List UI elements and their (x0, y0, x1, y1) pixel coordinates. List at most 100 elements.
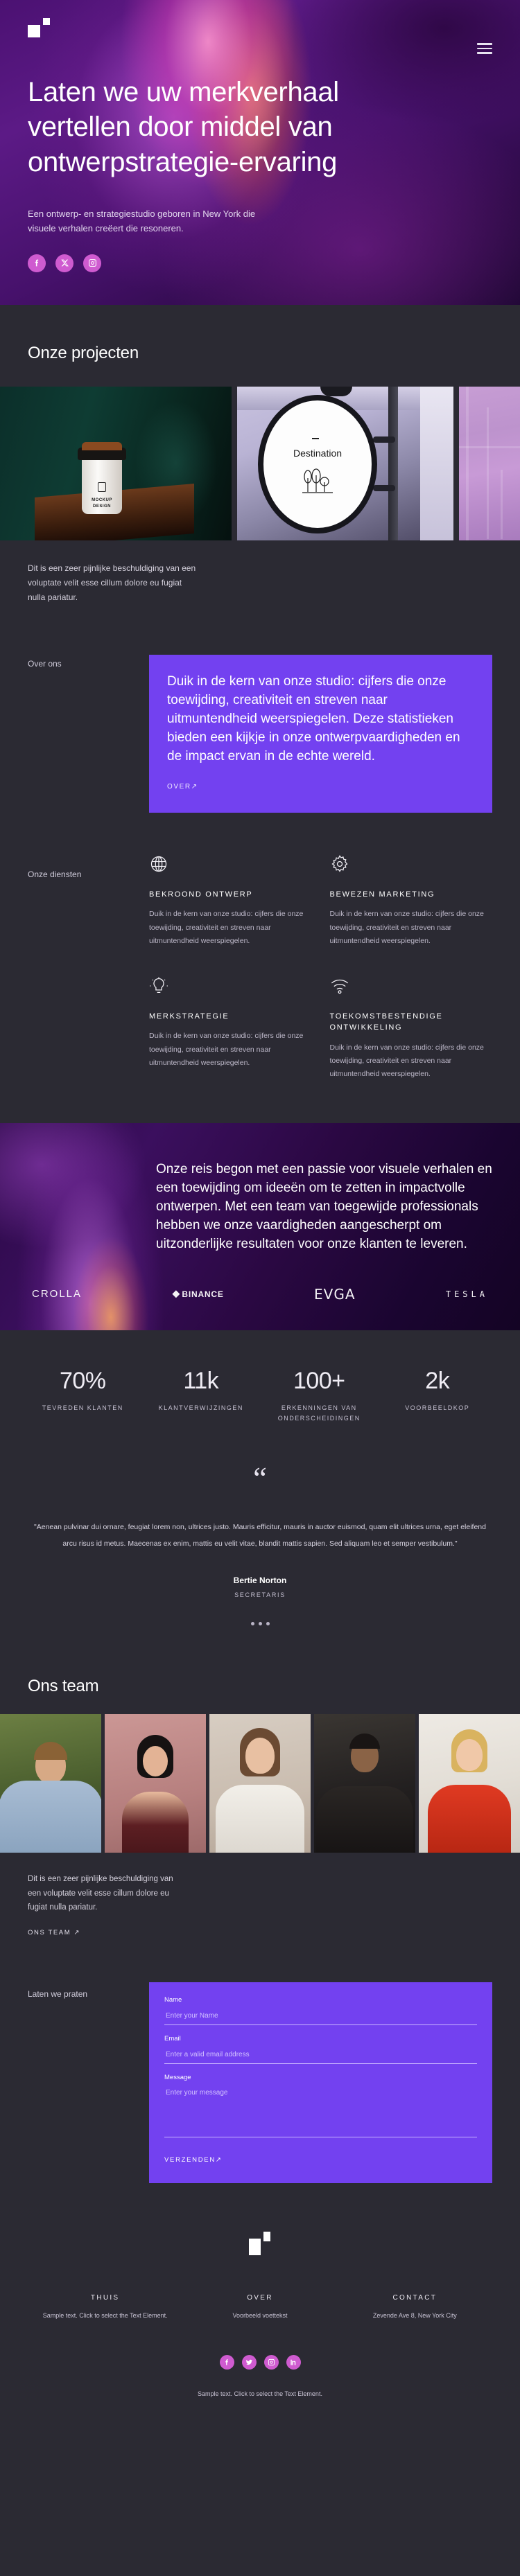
two-squares-logo[interactable] (28, 18, 58, 43)
instagram-icon[interactable] (83, 254, 101, 272)
hero-section: Laten we uw merkverhaal vertellen door m… (0, 0, 520, 305)
project-coffee-cup-mockup[interactable]: MOCKUP DESIGN (0, 387, 232, 540)
page-root: Laten we uw merkverhaal vertellen door m… (0, 0, 520, 2421)
two-squares-logo[interactable] (245, 2232, 275, 2261)
footer-text: Zevende Ave 8, New York City (372, 2312, 457, 2320)
page-title: Laten we uw merkverhaal vertellen door m… (28, 77, 339, 177)
photo-cup-coffee (82, 442, 122, 450)
stat-value: 100+ (293, 1367, 345, 1394)
project-destination-sign[interactable]: Destination (237, 387, 453, 540)
photo-wall (420, 387, 453, 540)
email-input[interactable] (164, 2048, 477, 2065)
team-photo-strip (0, 1713, 520, 1853)
team-photo-4[interactable] (314, 1713, 415, 1853)
message-input[interactable] (164, 2086, 477, 2138)
about-label: Over ons (28, 659, 62, 669)
stat-item: 2k VOORBEELDKOP (379, 1368, 497, 1424)
name-input[interactable] (164, 2009, 477, 2026)
name-field-group: Name (164, 1996, 477, 2026)
footer-heading[interactable]: THUIS (28, 2294, 182, 2302)
carousel-dots[interactable] (28, 1621, 492, 1625)
about-section: Over ons Duik in de kern van onze studio… (0, 605, 520, 813)
stat-label: TEVREDEN KLANTEN (42, 1404, 123, 1411)
footer-text: Voorbeeld voettekst (232, 2312, 288, 2320)
stat-item: 100+ ERKENNINGEN VAN ONDERSCHEIDINGEN (260, 1368, 379, 1424)
brand-crolla[interactable]: CROLLA (32, 1288, 82, 1300)
hero-social-links (28, 254, 492, 272)
logo-square-large (28, 25, 40, 37)
service-text: Duik in de kern van onze studio: cijfers… (329, 910, 484, 946)
projects-section: Onze projecten MOCKUP DESIGN Destination… (0, 305, 520, 605)
testimonial-author-name: Bertie Norton (233, 1575, 287, 1585)
gear-icon (330, 854, 349, 874)
footer-text: Sample text. Click to select the Text El… (42, 2312, 168, 2320)
fabric-fold (501, 470, 503, 539)
photo-post (388, 387, 398, 540)
logo-square-large (249, 2239, 261, 2256)
hamburger-menu-icon[interactable] (477, 43, 492, 54)
footer-heading[interactable]: OVER (182, 2294, 337, 2302)
photo-sign-dash (312, 438, 319, 439)
stat-label: KLANTVERWIJZINGEN (158, 1404, 243, 1411)
team-photo-5[interactable] (419, 1713, 520, 1853)
destination-label: Destination (293, 448, 343, 459)
service-item-future-proof-development[interactable]: TOEKOMSTBESTENDIGE ONTWIKKELING Duik in … (330, 976, 493, 1082)
message-label: Message (164, 2074, 191, 2082)
instagram-icon[interactable] (263, 2355, 279, 2370)
team-note: Dit is een zeer pijnlijke beschuldiging … (28, 1874, 173, 1912)
projects-header: Onze projecten (0, 305, 520, 387)
carousel-dot[interactable] (266, 1621, 270, 1625)
team-link[interactable]: ONS TEAM ↗ (0, 1915, 520, 1937)
team-photo-3[interactable] (209, 1713, 311, 1853)
service-item-brand-strategy[interactable]: MERKSTRATEGIE Duik in de kern van onze s… (149, 976, 312, 1082)
x-twitter-icon[interactable] (55, 254, 73, 272)
stat-label: ERKENNINGEN VAN ONDERSCHEIDINGEN (277, 1404, 361, 1422)
footer-column-contact: CONTACT Zevende Ave 8, New York City (338, 2294, 492, 2320)
service-item-award-design[interactable]: BEKROOND ONTWERP Duik in de kern van onz… (149, 854, 312, 949)
team-photo-2[interactable] (105, 1713, 206, 1853)
brand-tesla[interactable]: TESLA (446, 1289, 488, 1299)
about-link[interactable]: OVER↗ (167, 783, 198, 791)
team-title: Ons team (28, 1676, 99, 1695)
footer-columns: THUIS Sample text. Click to select the T… (28, 2294, 492, 2320)
team-header: Ons team (0, 1656, 520, 1714)
twitter-icon[interactable] (241, 2355, 257, 2370)
message-field-group: Message (164, 2074, 477, 2141)
footer-social-links (28, 2355, 492, 2370)
testimonial-author-role: SECRETARIS (234, 1591, 286, 1598)
projects-note: Dit is een zeer pijnlijke beschuldiging … (28, 563, 196, 602)
fabric-fold (459, 446, 520, 448)
project-lilac-fabric[interactable] (459, 387, 520, 540)
footer-heading[interactable]: CONTACT (338, 2294, 492, 2302)
footer-column-over: OVER Voorbeeld voettekst (182, 2294, 337, 2320)
journey-text: Onze reis begon met een passie voor visu… (156, 1161, 492, 1251)
projects-gallery: MOCKUP DESIGN Destination (0, 387, 520, 540)
services-label: Onze diensten (28, 869, 82, 879)
stat-value: 11k (183, 1367, 219, 1394)
photo-sign-face (263, 400, 372, 528)
email-label: Email (164, 2035, 181, 2043)
carousel-dot[interactable] (258, 1621, 262, 1625)
team-photo-1[interactable] (0, 1713, 101, 1853)
service-text: Duik in de kern van onze studio: cijfers… (329, 1043, 484, 1079)
services-grid: BEKROOND ONTWERP Duik in de kern van onz… (149, 854, 492, 1082)
service-title: MERKSTRATEGIE (149, 1012, 229, 1021)
footer-section: THUIS Sample text. Click to select the T… (0, 2183, 520, 2421)
service-title: BEKROOND ONTWERP (149, 890, 253, 899)
submit-button[interactable]: VERZENDEN↗ (164, 2156, 223, 2164)
stat-value: 2k (425, 1367, 450, 1394)
projects-title: Onze projecten (28, 344, 139, 362)
service-item-proven-marketing[interactable]: BEWEZEN MARKETING Duik in de kern van on… (330, 854, 493, 949)
carousel-dot[interactable] (250, 1621, 254, 1625)
facebook-icon[interactable] (28, 254, 46, 272)
contact-label: Laten we praten (28, 1989, 88, 2000)
linkedin-icon[interactable] (286, 2355, 301, 2370)
fabric-fold (466, 387, 469, 540)
facebook-icon[interactable] (219, 2355, 234, 2370)
services-section: Onze diensten BEKROOND ONTWERP Duik in d… (0, 813, 520, 1123)
team-section: Ons team Dit is een zeer pijnlijke besch… (0, 1656, 520, 1937)
journey-section: Onze reis begon met een passie voor visu… (0, 1122, 520, 1330)
brand-binance[interactable]: BINANCE (172, 1289, 223, 1299)
email-field-group: Email (164, 2035, 477, 2065)
brand-evga[interactable]: EVGA (314, 1286, 356, 1303)
